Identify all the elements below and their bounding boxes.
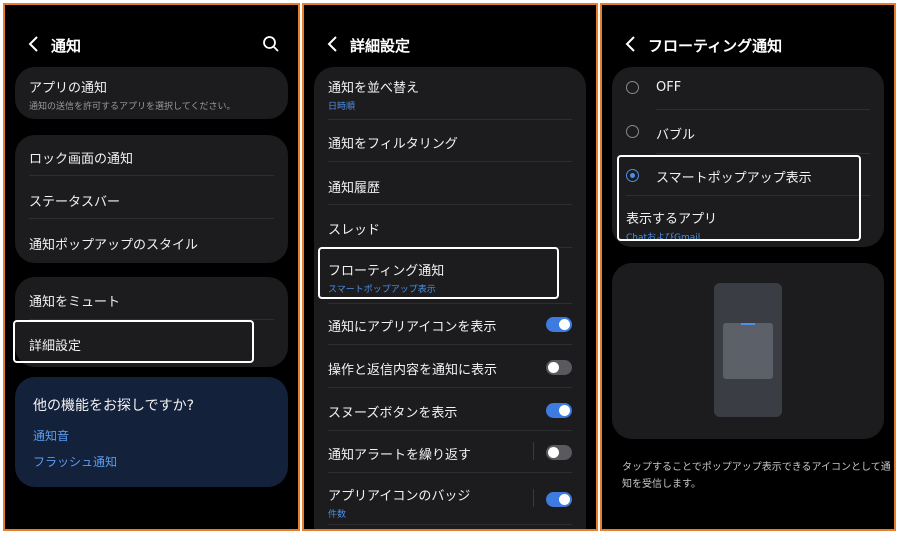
popup-style-item[interactable]: 通知ポップアップのスタイル [29,234,274,253]
repeat-alerts-label: 通知アラートを繰り返す [328,448,472,463]
snooze-button-item[interactable]: スヌーズボタンを表示 [328,402,572,421]
back-arrow-icon[interactable] [322,33,344,55]
show-app-icon-item[interactable]: 通知にアプリアイコンを表示 [328,316,572,335]
app-notifications-card[interactable]: アプリの通知 通知の送信を許可するアプリを選択してください。 [15,67,288,119]
highlight-box [13,320,254,363]
threads-label: スレッド [328,223,381,238]
radio-icon[interactable] [626,81,639,94]
badges-value: 件数 [328,510,347,520]
search-icon[interactable] [260,33,282,55]
show-app-icon-label: 通知にアプリアイコンを表示 [328,320,497,335]
back-arrow-icon[interactable] [23,33,45,55]
repeat-alerts-toggle[interactable] [546,445,572,460]
highlight-box [617,155,861,241]
preview-card [612,263,884,439]
filter-label: 通知をフィルタリング [328,137,458,152]
toggle-knob [548,447,559,458]
divider [328,524,572,525]
highlight-box [318,247,559,299]
show-app-icon-toggle[interactable] [546,317,572,332]
back-arrow-icon[interactable] [620,33,642,55]
header: 通知 [5,33,298,55]
divider [328,472,572,473]
app-notifications-sub: 通知の送信を許可するアプリを選択してください。 [29,102,236,112]
divider [656,153,870,154]
history-label: 通知履歴 [328,181,381,196]
sort-notifications-item[interactable]: 通知を並べ替え 日時順 [328,77,572,112]
toggle-knob [548,362,559,373]
show-actions-item[interactable]: 操作と返信内容を通知に表示 [328,359,572,378]
app-icon-badges-item[interactable]: アプリアイコンのバッジ 件数 [328,485,572,520]
sound-link[interactable]: 通知音 [33,427,69,444]
notification-display-card: ロック画面の通知 ステータスバー 通知ポップアップのスタイル [15,135,288,263]
notifications-screen: 通知 アプリの通知 通知の送信を許可するアプリを選択してください。 ロック画面の… [3,3,300,531]
looking-for-title: 他の機能をお探しですか? [33,398,195,414]
page-title: 詳細設定 [350,37,411,55]
separator [533,489,534,507]
badges-label: アプリアイコンのバッジ [328,489,471,504]
notification-history-item[interactable]: 通知履歴 [328,177,572,196]
sort-value: 日時順 [328,102,356,112]
status-bar-item[interactable]: ステータスバー [29,191,274,210]
divider [328,430,572,431]
divider [328,161,572,162]
option-off[interactable]: OFF [656,80,870,95]
mute-label: 通知をミュート [29,295,121,310]
sort-label: 通知を並べ替え [328,81,420,96]
toggle-knob [559,405,570,416]
popup-window-illustration [723,323,773,379]
lock-screen-item[interactable]: ロック画面の通知 [29,148,274,167]
divider [328,204,572,205]
toggle-knob [559,494,570,505]
show-actions-toggle[interactable] [546,360,572,375]
advanced-settings-list: 通知を並べ替え 日時順 通知をフィルタリング 通知履歴 スレッド フローティング… [314,67,586,529]
badges-toggle[interactable] [546,492,572,507]
radio-icon[interactable] [626,125,639,138]
page-title: フローティング通知 [648,37,783,55]
snooze-toggle[interactable] [546,403,572,418]
advanced-settings-screen: 詳細設定 通知を並べ替え 日時順 通知をフィルタリング 通知履歴 スレッド フロ… [302,3,598,531]
app-notifications-item[interactable]: アプリの通知 通知の送信を許可するアプリを選択してください。 [29,77,274,112]
divider [328,387,572,388]
repeat-alerts-item[interactable]: 通知アラートを繰り返す [328,444,572,463]
app-notifications-label: アプリの通知 [29,81,108,96]
divider [328,344,572,345]
threads-item[interactable]: スレッド [328,219,572,238]
divider [656,109,870,110]
phone-illustration [714,283,782,417]
separator [533,442,534,460]
header: 詳細設定 [304,33,596,55]
snooze-label: スヌーズボタンを表示 [328,406,458,421]
option-bubble-label: バブル [656,128,696,143]
divider [29,218,274,219]
page-title: 通知 [51,37,82,55]
mute-item[interactable]: 通知をミュート [29,291,274,310]
show-actions-label: 操作と返信内容を通知に表示 [328,363,498,378]
filter-notifications-item[interactable]: 通知をフィルタリング [328,133,572,152]
looking-for-card: 他の機能をお探しですか? 通知音 フラッシュ通知 [15,377,288,487]
popup-style-label: 通知ポップアップのスタイル [29,238,199,253]
description-text: タップすることでポップアップ表示できるアイコンとして通知を受信します。 [622,462,891,490]
divider [328,119,572,120]
lock-screen-label: ロック画面の通知 [29,152,134,167]
header: フローティング通知 [602,33,894,55]
toggle-knob [559,319,570,330]
flash-notification-link[interactable]: フラッシュ通知 [33,453,117,470]
option-bubble[interactable]: バブル [656,124,870,143]
divider [328,303,572,304]
option-off-label: OFF [656,80,682,95]
floating-notifications-screen: フローティング通知 OFF バブル スマートポップアップ表示 表示するアプリ C… [600,3,896,531]
popup-handle [741,323,755,325]
status-bar-label: ステータスバー [29,195,121,210]
divider [29,175,274,176]
